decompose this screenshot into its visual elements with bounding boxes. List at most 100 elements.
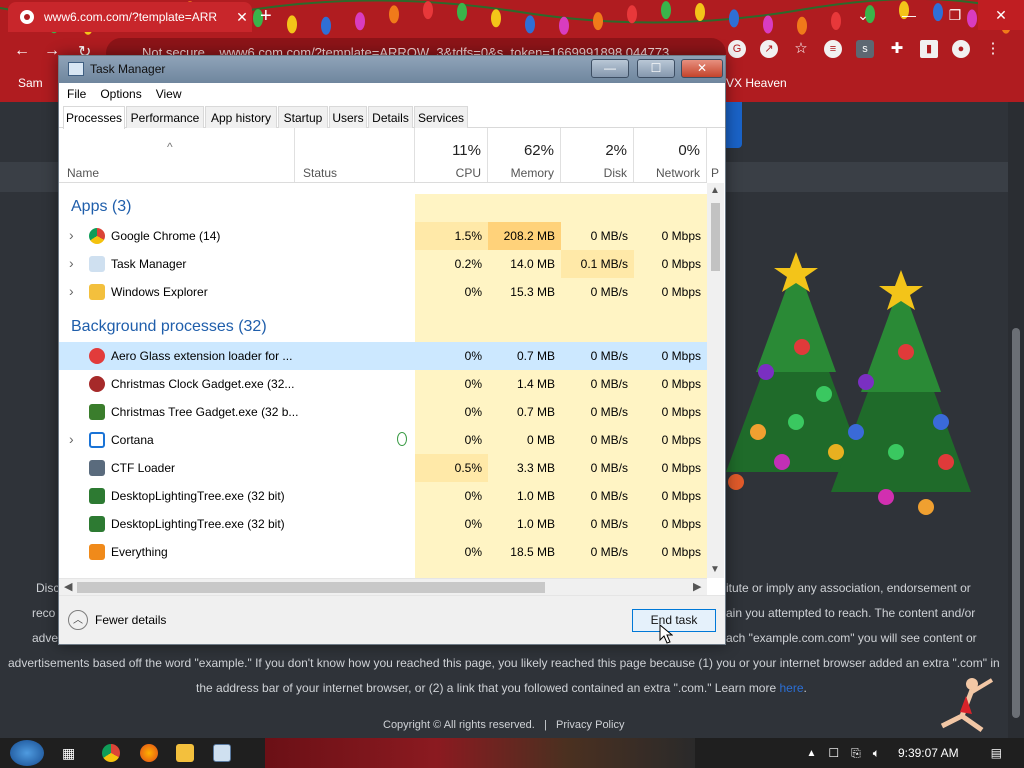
tm-close-button[interactable]: ✕	[681, 59, 723, 78]
menu-options[interactable]: Options	[100, 87, 141, 101]
bookmark-sam[interactable]: Sam	[18, 76, 43, 90]
process-disk: 0 MB/s	[590, 229, 628, 243]
process-name: CTF Loader	[111, 461, 176, 475]
puzzle-extensions-icon[interactable]: ✚	[888, 40, 906, 58]
tm-horizontal-scroll-thumb[interactable]	[77, 582, 545, 593]
process-row[interactable]: DesktopLightingTree.exe (32 bit) 0% 1.0 MB…	[59, 482, 707, 510]
tm-minimize-button[interactable]: —	[591, 59, 629, 78]
process-memory: 15.3 MB	[510, 285, 555, 299]
task-view-icon[interactable]: ▦	[62, 744, 80, 762]
chevron-down-icon[interactable]: ⌄	[840, 0, 886, 30]
new-tab-button[interactable]: +	[260, 5, 272, 28]
column-network[interactable]: 0% Network	[634, 128, 707, 182]
light-bulb	[661, 1, 671, 20]
tray-overflow-icon[interactable]: ▲	[806, 748, 816, 759]
tab-performance[interactable]: Performance	[126, 106, 204, 128]
tm-maximize-button[interactable]: ☐	[637, 59, 675, 78]
scroll-down-icon[interactable]: ▼	[710, 564, 720, 575]
process-row[interactable]: CTF Loader 0.5% 3.3 MB 0 MB/s 0 Mbps	[59, 454, 707, 482]
tab-users[interactable]: Users	[329, 106, 367, 128]
file-explorer-taskbar-icon[interactable]	[176, 744, 194, 762]
end-task-button[interactable]: End task	[632, 609, 716, 632]
taskbar-clock[interactable]: 9:39:07 AM	[898, 746, 959, 760]
column-disk[interactable]: 2% Disk	[561, 128, 634, 182]
process-network: 0 Mbps	[661, 461, 701, 475]
share-icon[interactable]: ↗	[760, 40, 778, 58]
notifications-icon[interactable]: ▤	[991, 746, 1002, 760]
memory-label: Memory	[510, 166, 554, 180]
column-cpu[interactable]: 11% CPU	[415, 128, 488, 182]
browser-close-button[interactable]: ✕	[978, 0, 1024, 30]
process-row[interactable]: › Google Chrome (14) 1.5% 208.2 MB 0 MB/s 0 M…	[59, 222, 707, 250]
extension-s-icon[interactable]: s	[856, 40, 874, 58]
expand-chevron-icon[interactable]: ›	[69, 431, 74, 447]
tm-vertical-scroll-thumb[interactable]	[711, 203, 720, 271]
task-manager-title-bar[interactable]: Task Manager — ☐ ✕	[59, 56, 725, 83]
browser-menu-icon[interactable]: ⋮	[984, 40, 1002, 58]
chevron-up-icon[interactable]: ︿	[68, 610, 88, 630]
scroll-up-icon[interactable]: ▲	[710, 185, 720, 196]
tm-vertical-scrollbar[interactable]: ▲ ▼	[707, 183, 724, 578]
process-row[interactable]: Christmas Clock Gadget.exe (32... 0% 1.4 M…	[59, 370, 707, 398]
process-disk: 0 MB/s	[590, 349, 628, 363]
browser-tab[interactable]: www6.com.com/?template=ARR ✕	[8, 2, 252, 32]
fewer-details-link[interactable]: Fewer details	[95, 613, 166, 627]
google-icon[interactable]: G	[728, 40, 746, 58]
browser-restore-button[interactable]: ❐	[932, 0, 978, 30]
chrome-taskbar-icon[interactable]	[102, 744, 120, 762]
process-row[interactable]: › Cortana 0% 0 MB 0 MB/s 0 Mbps	[59, 426, 707, 454]
back-arrow-icon[interactable]: ←	[14, 42, 30, 60]
dancer-image	[940, 678, 994, 733]
column-power[interactable]: P	[707, 128, 724, 182]
process-cpu: 0%	[464, 489, 482, 503]
network-icon[interactable]: ⎘	[851, 746, 861, 761]
volume-icon[interactable]: 🔈︎	[873, 746, 880, 761]
scroll-right-icon[interactable]: ▶	[693, 580, 701, 593]
group-header-row[interactable]: Background processes (32)	[59, 314, 707, 342]
extension-flag-icon[interactable]: ≡	[824, 40, 842, 58]
start-button[interactable]	[10, 740, 44, 766]
tab-services[interactable]: Services	[414, 106, 468, 128]
expand-chevron-icon[interactable]: ›	[69, 227, 74, 243]
column-status-label: Status	[303, 166, 338, 180]
page-scrollbar[interactable]	[1008, 102, 1024, 738]
menu-file[interactable]: File	[67, 87, 86, 101]
page-text-line4: advertisements based off the word "examp…	[8, 656, 1000, 670]
expand-chevron-icon[interactable]: ›	[69, 283, 74, 299]
tm-horizontal-scrollbar[interactable]: ◀ ▶	[59, 578, 707, 595]
column-name[interactable]: Name	[59, 128, 295, 182]
menu-view[interactable]: View	[156, 87, 182, 101]
christmas-trees-image	[726, 252, 971, 515]
profile-avatar-icon[interactable]: ●	[952, 40, 970, 58]
process-row[interactable]: › Task Manager 0.2% 14.0 MB 0.1 MB/s 0 Mbps	[59, 250, 707, 278]
star-icon[interactable]: ☆	[792, 40, 810, 58]
learn-more-link[interactable]: here	[780, 681, 804, 695]
process-cpu: 0%	[464, 285, 482, 299]
process-row[interactable]: Aero Glass extension loader for ... 0% 0.7…	[59, 342, 707, 370]
tab-details[interactable]: Details	[368, 106, 413, 128]
tab-app-history[interactable]: App history	[205, 106, 277, 128]
tab-startup[interactable]: Startup	[278, 106, 328, 128]
process-row[interactable]: Christmas Tree Gadget.exe (32 b... 0% 0.7 …	[59, 398, 707, 426]
scroll-left-icon[interactable]: ◀	[64, 580, 72, 593]
tm-menu-bar: File Options View	[59, 83, 725, 105]
side-panel-icon[interactable]: ▮	[920, 40, 938, 58]
tray-window-icon[interactable]: ☐	[828, 746, 839, 760]
column-memory[interactable]: 62% Memory	[488, 128, 561, 182]
cpu-total: 11%	[452, 142, 481, 159]
column-status[interactable]: Status	[295, 128, 415, 182]
page-scrollbar-thumb[interactable]	[1012, 328, 1020, 718]
process-disk: 0 MB/s	[590, 433, 628, 447]
process-row[interactable]: › Windows Explorer 0% 15.3 MB 0 MB/s 0 Mbps	[59, 278, 707, 306]
process-row[interactable]: DesktopLightingTree.exe (32 bit) 0% 1.0 MB…	[59, 510, 707, 538]
firefox-taskbar-icon[interactable]	[140, 744, 158, 762]
tab-processes[interactable]: Processes	[63, 106, 125, 129]
bookmark-vx-heaven[interactable]: VX Heaven	[726, 76, 787, 90]
expand-chevron-icon[interactable]: ›	[69, 255, 74, 271]
browser-minimize-button[interactable]: —	[886, 0, 932, 30]
tab-close-icon[interactable]: ✕	[232, 9, 252, 26]
task-manager-taskbar-icon[interactable]	[213, 744, 231, 762]
process-row[interactable]: Everything 0% 18.5 MB 0 MB/s 0 Mbps	[59, 538, 707, 566]
privacy-policy-link[interactable]: Privacy Policy	[556, 719, 624, 731]
group-header-row[interactable]: Apps (3)	[59, 194, 707, 222]
